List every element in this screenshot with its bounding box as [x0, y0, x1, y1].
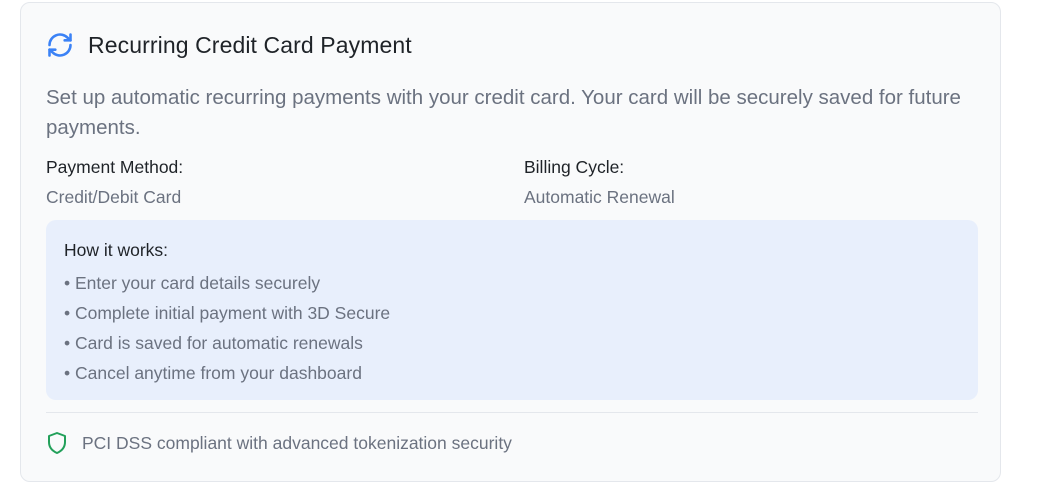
billing-cycle-info: Billing Cycle: Automatic Renewal — [524, 155, 675, 209]
list-item: • Card is saved for automatic renewals — [64, 333, 363, 353]
list-item: • Complete initial payment with 3D Secur… — [64, 303, 391, 323]
card-header: Recurring Credit Card Payment — [46, 31, 412, 59]
security-text: PCI DSS compliant with advanced tokeniza… — [82, 432, 512, 453]
list-item: • Cancel anytime from your dashboard — [64, 363, 362, 383]
recurring-payment-card: Recurring Credit Card Payment Set up aut… — [20, 2, 1001, 482]
refresh-icon — [46, 31, 74, 59]
divider — [46, 412, 978, 413]
how-it-works-title: How it works: — [64, 240, 169, 260]
list-item: • Enter your card details securely — [64, 273, 321, 293]
payment-method-value: Credit/Debit Card — [46, 187, 182, 207]
card-description: Set up automatic recurring payments with… — [46, 86, 961, 139]
card-title: Recurring Credit Card Payment — [88, 31, 412, 58]
shield-icon — [46, 431, 68, 455]
billing-cycle-value: Automatic Renewal — [524, 187, 675, 207]
how-it-works-box: How it works: • Enter your card details … — [46, 220, 978, 400]
billing-cycle-label: Billing Cycle: — [524, 157, 625, 177]
security-note: PCI DSS compliant with advanced tokeniza… — [46, 431, 512, 455]
how-it-works-list: • Enter your card details securely • Com… — [64, 268, 960, 388]
payment-method-info: Payment Method: Credit/Debit Card — [46, 155, 183, 209]
payment-method-label: Payment Method: — [46, 157, 184, 177]
